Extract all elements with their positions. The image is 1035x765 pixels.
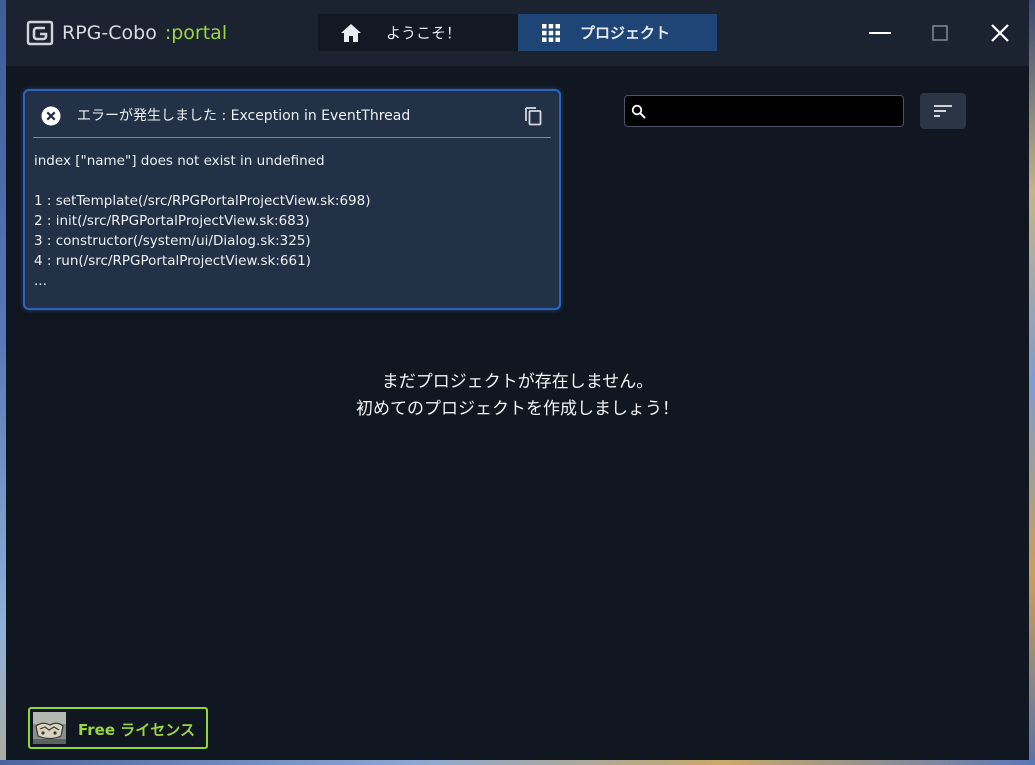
titlebar[interactable]: RPG-Cobo :portal ようこそ！ プロジェクト [6, 0, 1029, 66]
app-logo: RPG-Cobo :portal [26, 18, 227, 48]
home-icon [341, 23, 361, 42]
error-message: index ["name"] does not exist in undefin… [34, 151, 544, 291]
error-title: エラーが発生しました : Exception in EventThread [77, 108, 411, 124]
license-thumbnail [33, 712, 66, 744]
error-line: 1 : setTemplate(/src/RPGPortalProjectVie… [34, 193, 371, 209]
grid-icon [542, 23, 560, 42]
tab-projects[interactable]: プロジェクト [518, 14, 717, 51]
empty-state-line-2: 初めてのプロジェクトを作成しましょう！ [356, 399, 679, 419]
sort-icon [934, 105, 952, 117]
tab-projects-label: プロジェクト [580, 24, 671, 42]
error-header: エラーが発生しました : Exception in EventThread [25, 91, 559, 138]
error-line: 3 : constructor(/system/ui/Dialog.sk:325… [34, 233, 311, 249]
license-button[interactable]: Free ライセンス [28, 707, 208, 749]
error-line: 4 : run(/src/RPGPortalProjectView.sk:661… [34, 253, 311, 269]
error-dialog: エラーが発生しました : Exception in EventThread in… [23, 89, 561, 310]
search-icon [631, 104, 646, 119]
error-line: ... [34, 273, 47, 289]
app-name-suffix: :portal [164, 22, 228, 44]
error-line: 2 : init(/src/RPGPortalProjectView.sk:68… [34, 213, 310, 229]
desktop-background-bottom [0, 760, 1035, 765]
close-button[interactable] [985, 18, 1015, 48]
app-logo-icon [26, 20, 54, 46]
app-window: RPG-Cobo :portal ようこそ！ プロジェクト エラーが発生しました… [6, 0, 1029, 760]
empty-state-line-1: まだプロジェクトが存在しません。 [381, 372, 654, 392]
error-line [34, 171, 544, 191]
minimize-button[interactable] [865, 18, 895, 48]
search-input[interactable] [651, 98, 903, 126]
copy-icon[interactable] [522, 104, 544, 126]
empty-state-message: まだプロジェクトが存在しません。 初めてのプロジェクトを作成しましょう！ [6, 369, 1029, 423]
search-box[interactable] [624, 95, 904, 127]
tab-bar: ようこそ！ プロジェクト [318, 14, 717, 51]
license-label: Free ライセンス [78, 721, 195, 739]
desktop-background [1029, 0, 1035, 765]
error-circle-icon [41, 106, 61, 126]
error-divider [33, 137, 551, 138]
tab-welcome-label: ようこそ！ [386, 24, 462, 42]
maximize-button[interactable] [925, 18, 955, 48]
sort-button[interactable] [920, 93, 966, 129]
error-line: index ["name"] does not exist in undefin… [34, 153, 325, 169]
tab-welcome[interactable]: ようこそ！ [318, 14, 518, 51]
app-name: RPG-Cobo [62, 22, 157, 44]
